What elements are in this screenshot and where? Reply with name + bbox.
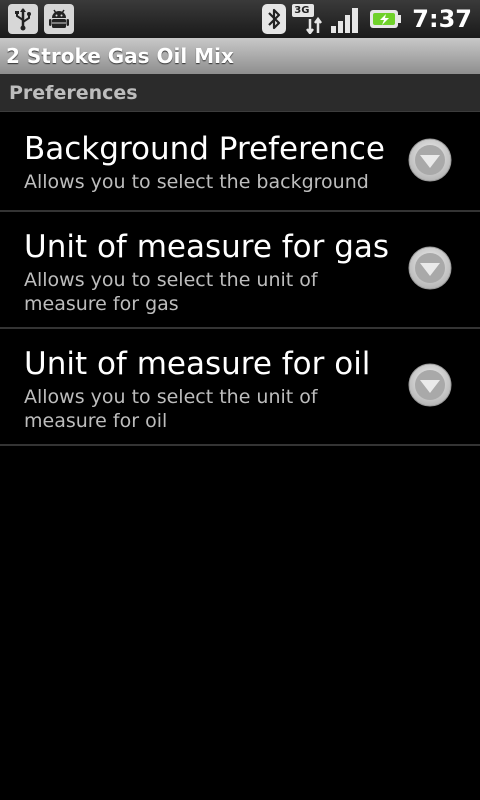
- bluetooth-icon: [262, 4, 287, 34]
- battery-charging-icon: [368, 4, 402, 34]
- clock: 7:37: [412, 5, 472, 33]
- preference-summary: Allows you to select the unit of measure…: [24, 269, 318, 315]
- preference-summary: Allows you to select the background: [24, 171, 369, 193]
- dropdown-arrow-icon: [408, 363, 452, 407]
- preference-item-background[interactable]: Background Preference Allows you to sele…: [0, 112, 480, 212]
- network-3g-label: 3G: [294, 5, 310, 16]
- signal-icon: [330, 4, 362, 34]
- preference-item-oil-unit[interactable]: Unit of measure for oil Allows you to se…: [0, 329, 480, 446]
- system-icons: 3G 7:37: [262, 4, 472, 34]
- app-title: 2 Stroke Gas Oil Mix: [6, 44, 234, 68]
- status-bar[interactable]: 3G 7:37: [0, 0, 480, 38]
- preference-category-header: Preferences: [0, 74, 480, 112]
- usb-icon: [8, 4, 38, 34]
- dropdown-arrow-icon: [408, 246, 452, 290]
- android-debug-icon: [44, 4, 74, 34]
- network-3g-icon: 3G: [292, 4, 324, 34]
- preference-title: Unit of measure for oil: [24, 346, 371, 382]
- dropdown-arrow-icon: [408, 138, 452, 182]
- preference-category-label: Preferences: [9, 81, 138, 104]
- preference-item-gas-unit[interactable]: Unit of measure for gas Allows you to se…: [0, 212, 480, 329]
- preference-summary: Allows you to select the unit of measure…: [24, 386, 318, 432]
- preference-title: Unit of measure for gas: [24, 229, 390, 265]
- preference-title: Background Preference: [24, 131, 385, 167]
- app-title-bar: 2 Stroke Gas Oil Mix: [0, 38, 480, 74]
- preference-list: Background Preference Allows you to sele…: [0, 112, 480, 446]
- notification-icons: [8, 4, 74, 34]
